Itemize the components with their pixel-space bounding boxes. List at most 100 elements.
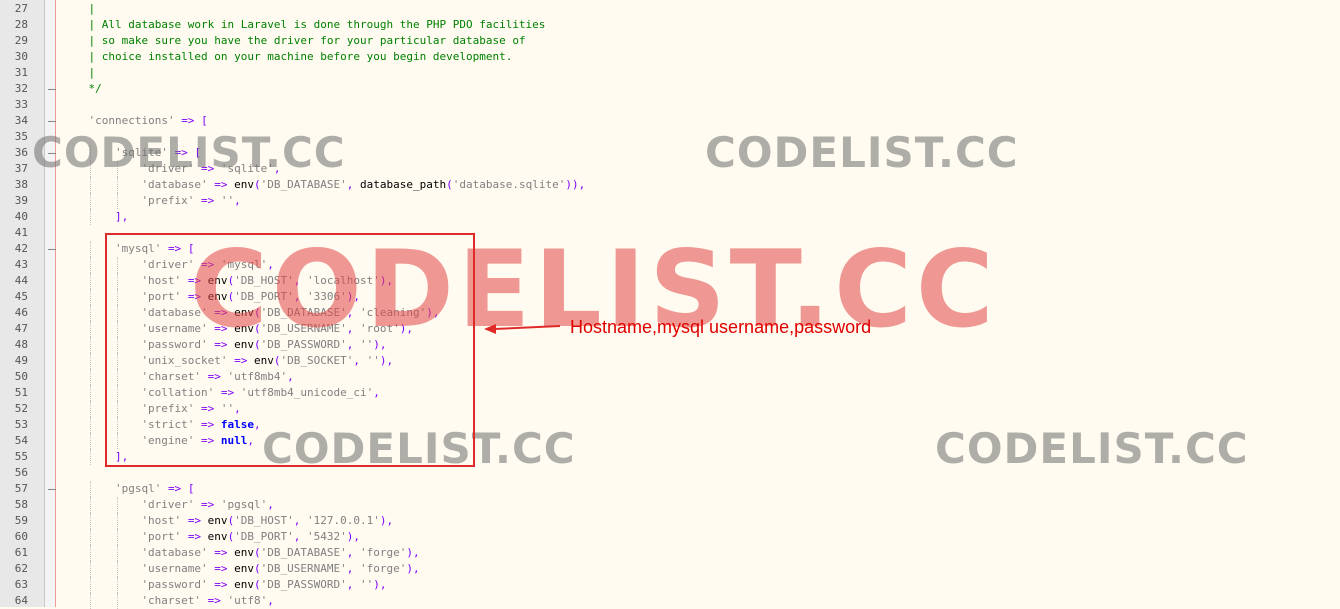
code-token: env: [227, 578, 255, 591]
code-line[interactable]: 40],: [0, 209, 1340, 225]
indent-guide: [90, 369, 92, 385]
code-token: 'database': [141, 546, 208, 559]
code-line[interactable]: 60 'port' => env('DB_PORT', '5432'),: [0, 529, 1340, 545]
code-token: ),: [406, 562, 420, 575]
code-text: 'database' => env('DB_DATABASE', databas…: [141, 177, 585, 193]
code-line[interactable]: 33: [0, 97, 1340, 113]
code-editor[interactable]: 27 | 28 | All database work in Laravel is d…: [0, 0, 1340, 609]
code-line[interactable]: 30 | choice installed on your machine bef…: [0, 49, 1340, 65]
code-text: | so make sure you have the driver for y…: [88, 33, 525, 49]
code-token: 'prefix': [141, 194, 195, 207]
line-number: 41: [14, 226, 28, 239]
code-token: 'charset': [141, 594, 202, 607]
code-line[interactable]: 38 'database' => env('DB_DATABASE', datab…: [0, 177, 1340, 193]
code-token: ,: [234, 194, 241, 207]
code-token: ],: [114, 210, 129, 223]
fold-marker[interactable]: [48, 153, 56, 154]
code-line[interactable]: 57 'pgsql' => [: [0, 481, 1340, 497]
line-number: 47: [14, 322, 28, 335]
code-text: 'port' => env('DB_PORT', '5432'),: [141, 529, 360, 545]
indent-guide: [116, 497, 118, 513]
fold-marker[interactable]: [48, 489, 56, 490]
code-text: | All database work in Laravel is done t…: [88, 17, 545, 33]
line-number: 53: [14, 418, 28, 431]
line-number: 50: [14, 370, 28, 383]
line-number: 59: [14, 514, 28, 527]
line-number: 44: [14, 274, 28, 287]
code-line[interactable]: 29 | so make sure you have the driver for…: [0, 33, 1340, 49]
code-token: (: [254, 546, 261, 559]
indent-guide: [90, 193, 92, 209]
code-text: 'prefix' => '',: [141, 193, 240, 209]
code-text: 'host' => env('DB_HOST', '127.0.0.1'),: [141, 513, 393, 529]
code-token: 'DB_USERNAME': [260, 562, 347, 575]
code-token: 'password': [141, 578, 208, 591]
code-text: 'pgsql' => [: [115, 481, 194, 497]
code-line[interactable]: 58 'driver' => 'pgsql',: [0, 497, 1340, 513]
code-line[interactable]: 63 'password' => env('DB_PASSWORD', ''),: [0, 577, 1340, 593]
indent-guide: [116, 561, 118, 577]
code-line[interactable]: 56: [0, 465, 1340, 481]
code-token: =>: [201, 498, 215, 511]
code-token: 'connections': [88, 114, 175, 127]
code-token: ),: [379, 514, 394, 527]
code-text: 'username' => env('DB_USERNAME', 'forge'…: [141, 561, 419, 577]
indent-guide: [90, 337, 92, 353]
line-number: 46: [14, 306, 28, 319]
indent-guide: [90, 257, 92, 273]
indent-guide: [90, 433, 92, 449]
code-token: 'sqlite': [220, 162, 274, 175]
code-line[interactable]: 37 'driver' => 'sqlite',: [0, 161, 1340, 177]
line-number: 56: [14, 466, 28, 479]
code-text: 'sqlite' => [: [115, 145, 201, 161]
code-line[interactable]: 59 'host' => env('DB_HOST', '127.0.0.1'),: [0, 513, 1340, 529]
code-token: database_path: [353, 178, 447, 191]
code-line[interactable]: 62 'username' => env('DB_USERNAME', 'forg…: [0, 561, 1340, 577]
code-token: )),: [565, 178, 586, 191]
code-token: | All database work in Laravel is done t…: [88, 18, 546, 31]
indent-guide: [90, 289, 92, 305]
code-token: =>: [201, 162, 215, 175]
indent-guide: [116, 529, 118, 545]
code-token: |: [88, 2, 96, 15]
code-token: 'DB_DATABASE': [260, 546, 347, 559]
fold-marker[interactable]: [48, 121, 56, 122]
fold-marker[interactable]: [48, 89, 56, 90]
line-number: 49: [14, 354, 28, 367]
code-token: 'username': [141, 562, 208, 575]
code-line[interactable]: 36 'sqlite' => [: [0, 145, 1340, 161]
indent-guide: [90, 561, 92, 577]
code-line[interactable]: 32 */: [0, 81, 1340, 97]
code-line[interactable]: 34 'connections' => [: [0, 113, 1340, 129]
line-number: 63: [14, 578, 28, 591]
code-token: 'pgsql': [220, 498, 268, 511]
indent-guide: [90, 481, 92, 497]
code-token: (: [446, 178, 453, 191]
code-line[interactable]: 39 'prefix' => '',: [0, 193, 1340, 209]
annotation-arrow-icon: [484, 324, 561, 334]
code-line[interactable]: 61 'database' => env('DB_DATABASE', 'forg…: [0, 545, 1340, 561]
code-token: '': [220, 194, 235, 207]
fold-marker[interactable]: [48, 249, 56, 250]
code-token: =>: [214, 578, 228, 591]
code-token: 'forge': [360, 546, 407, 559]
indent-guide: [90, 241, 92, 257]
indent-guide: [90, 353, 92, 369]
code-token: '': [360, 578, 374, 591]
line-number: 58: [14, 498, 28, 511]
code-line[interactable]: 31 |: [0, 65, 1340, 81]
annotation-label: Hostname,mysql username,password: [570, 317, 872, 337]
line-number: 37: [14, 162, 28, 175]
line-number: 52: [14, 402, 28, 415]
code-line[interactable]: 28 | All database work in Laravel is done…: [0, 17, 1340, 33]
code-line[interactable]: 35: [0, 129, 1340, 145]
code-line[interactable]: 27 |: [0, 1, 1340, 17]
indent-guide: [90, 401, 92, 417]
code-token: =>: [214, 562, 228, 575]
code-token: ,: [267, 594, 274, 607]
line-number: 48: [14, 338, 28, 351]
